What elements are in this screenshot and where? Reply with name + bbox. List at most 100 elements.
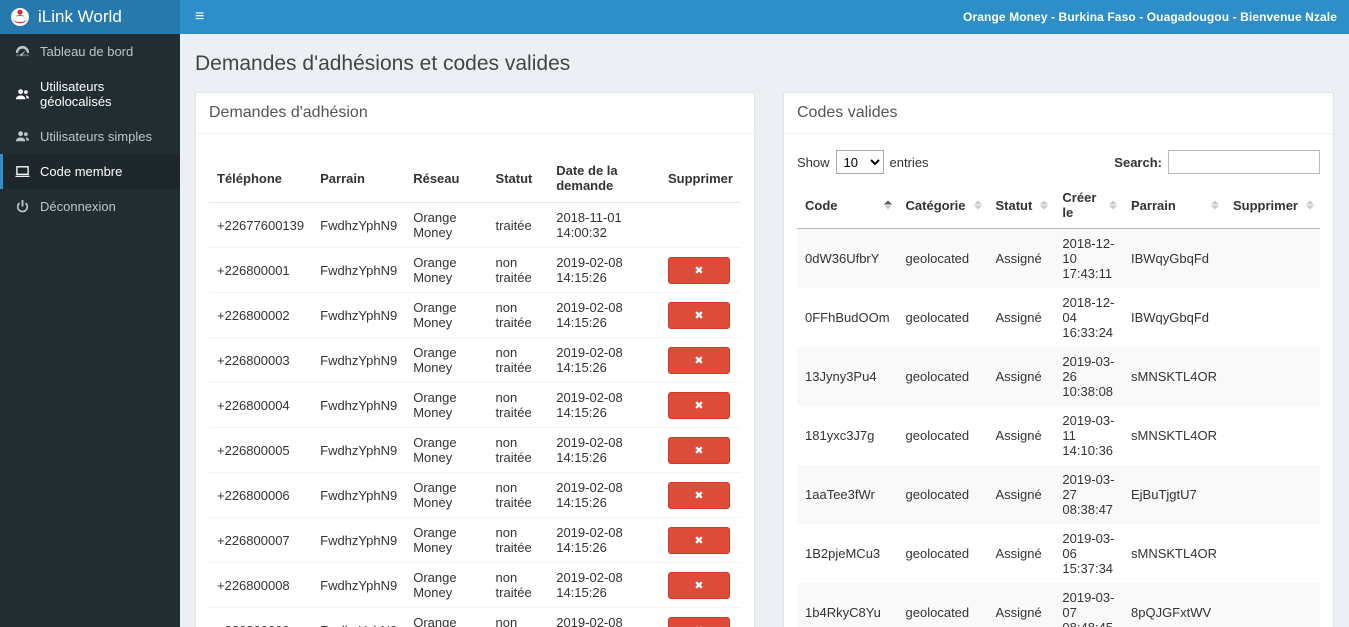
telephone-cell: +226800003 bbox=[209, 337, 313, 383]
categorie-cell: geolocated bbox=[905, 251, 970, 266]
column-label: Créer le bbox=[1062, 190, 1097, 220]
table-row: 1b4RkyC8Yu geolocated Assigné 2019-03-07 08… bbox=[797, 583, 1320, 627]
search-control: Search: bbox=[1114, 150, 1320, 174]
column-header-telephone: Téléphone bbox=[209, 154, 313, 203]
sidebar: Tableau de bord Utilisateurs géolocalisés… bbox=[0, 34, 180, 627]
delete-request-button[interactable]: ✖ bbox=[667, 436, 730, 464]
table-row: 0dW36UfbrY geolocated Assigné 2018-12-10 17… bbox=[797, 228, 1320, 288]
delete-request-button[interactable]: ✖ bbox=[667, 526, 730, 554]
column-header-creer-le[interactable]: Créer le bbox=[1054, 182, 1123, 229]
table-row: +226800003 FwdhzYphN9 Orange Money non trai… bbox=[209, 337, 741, 383]
column-header-parrain[interactable]: Parrain bbox=[1123, 182, 1225, 229]
table-row: +226800002 FwdhzYphN9 Orange Money non trai… bbox=[209, 292, 741, 338]
supprimer-cell: ✖ bbox=[659, 607, 741, 627]
date-cell: 2019-02-08 14:15:26 bbox=[548, 607, 660, 627]
reseau-cell: Orange Money bbox=[405, 292, 488, 338]
telephone-cell: +226800006 bbox=[209, 472, 313, 518]
reseau-cell: Orange Money bbox=[405, 607, 488, 627]
member-code-icon bbox=[15, 164, 30, 179]
delete-request-button[interactable]: ✖ bbox=[667, 481, 730, 509]
date-cell: 2019-02-08 14:15:26 bbox=[548, 472, 660, 518]
parrain-cell: FwdhzYphN9 bbox=[312, 292, 406, 338]
date-cell: 2019-02-08 14:15:26 bbox=[548, 427, 660, 473]
code-cell: 0FFhBudOOm bbox=[805, 310, 890, 325]
statut-cell: non traitée bbox=[487, 247, 549, 293]
parrain-cell: 8pQJGFxtWV bbox=[1131, 605, 1212, 620]
statut-cell: Assigné bbox=[995, 369, 1042, 384]
adhesions-panel-body: Téléphone Parrain Réseau Statut Date de la d… bbox=[196, 134, 754, 627]
navbar-user-info[interactable]: Orange Money - Burkina Faso - Ouagadougo… bbox=[951, 10, 1349, 24]
date-cell: 2019-02-08 14:15:26 bbox=[548, 247, 660, 293]
parrain-cell: FwdhzYphN9 bbox=[312, 337, 406, 383]
reseau-cell: Orange Money bbox=[405, 382, 488, 428]
parrain-cell: sMNSKTL4OR bbox=[1131, 546, 1217, 561]
column-header-statut: Statut bbox=[487, 154, 549, 203]
table-row: +226800006 FwdhzYphN9 Orange Money non trai… bbox=[209, 472, 741, 518]
categorie-cell: geolocated bbox=[905, 605, 970, 620]
delete-request-button[interactable]: ✖ bbox=[667, 301, 730, 329]
code-cell: 0dW36UfbrY bbox=[805, 251, 880, 266]
statut-cell: non traitée bbox=[487, 517, 549, 563]
sort-icon bbox=[1306, 200, 1314, 210]
adhesions-table: Téléphone Parrain Réseau Statut Date de la d… bbox=[209, 154, 741, 627]
column-header-date-de-la-demande: Date de la demande bbox=[548, 154, 660, 203]
reseau-cell: Orange Money bbox=[405, 247, 488, 293]
cree-le-cell: 2019-03-07 08:48:45 bbox=[1062, 590, 1115, 627]
sidebar-item-tableau-de-bord[interactable]: Tableau de bord bbox=[0, 34, 180, 69]
column-label: Statut bbox=[995, 197, 1033, 213]
panels-container: Demandes d'adhésion Téléphone Parrain Rése… bbox=[195, 92, 1334, 627]
column-header-code[interactable]: Code bbox=[797, 182, 898, 229]
table-row: +226800009FwdhzYphN9Orange Moneynon trai… bbox=[209, 607, 741, 627]
reseau-cell: Orange Money bbox=[405, 562, 488, 608]
supprimer-cell bbox=[1225, 583, 1320, 627]
statut-cell: Assigné bbox=[995, 546, 1042, 561]
categorie-cell: geolocated bbox=[905, 428, 970, 443]
sidebar-item-code-membre[interactable]: Code membre bbox=[0, 154, 180, 189]
delete-request-button[interactable]: ✖ bbox=[667, 346, 730, 374]
date-cell: 2019-02-08 14:15:26 bbox=[548, 382, 660, 428]
navbar: ≡ Orange Money - Burkina Faso - Ouagadou… bbox=[180, 0, 1349, 34]
delete-request-button[interactable]: ✖ bbox=[667, 616, 730, 627]
sidebar-item-deconnexion[interactable]: Déconnexion bbox=[0, 189, 180, 224]
dashboard-icon bbox=[15, 44, 30, 59]
delete-request-button[interactable]: ✖ bbox=[667, 571, 730, 599]
codes-header-row: Code Catégorie Statut Créer le Parrain Suppri… bbox=[797, 182, 1320, 229]
cree-le-cell: 2018-12-10 17:43:11 bbox=[1062, 236, 1115, 281]
parrain-cell: IBWqyGbqFd bbox=[1131, 310, 1210, 325]
telephone-cell: +226800005 bbox=[209, 427, 313, 473]
column-header-statut[interactable]: Statut bbox=[987, 182, 1055, 229]
column-label: Code bbox=[805, 197, 838, 213]
table-row: 1aaTee3fWr geolocated Assigné 2019-03-27 08… bbox=[797, 465, 1320, 524]
categorie-cell: geolocated bbox=[905, 310, 970, 325]
entries-label: entries bbox=[889, 154, 929, 170]
cree-le-cell: 2018-12-04 16:33:24 bbox=[1062, 295, 1115, 340]
table-row: 1B2pjeMCu3 geolocated Assigné 2019-03-06 15… bbox=[797, 524, 1320, 583]
statut-cell: traitée bbox=[487, 202, 549, 248]
column-header-categorie[interactable]: Catégorie bbox=[897, 182, 988, 229]
column-header-supprimer[interactable]: Supprimer bbox=[1224, 182, 1320, 229]
sidebar-item-label: Code membre bbox=[40, 164, 123, 179]
supprimer-cell: ✖ bbox=[659, 382, 741, 428]
cree-le-cell: 2019-03-11 14:10:36 bbox=[1062, 413, 1115, 458]
supprimer-cell bbox=[1225, 406, 1320, 465]
sidebar-toggle-button[interactable]: ≡ bbox=[180, 0, 219, 34]
app-logo[interactable]: iLink World bbox=[0, 0, 180, 34]
search-input[interactable] bbox=[1168, 150, 1320, 174]
adhesions-header-row: Téléphone Parrain Réseau Statut Date de la d… bbox=[209, 154, 741, 203]
supprimer-cell bbox=[1225, 465, 1320, 524]
page-length-control: Show 10 entries bbox=[797, 150, 929, 174]
delete-request-button[interactable]: ✖ bbox=[667, 256, 730, 284]
sort-icon bbox=[1109, 200, 1117, 210]
page-size-select[interactable]: 10 bbox=[835, 150, 884, 174]
parrain-cell: EjBuTjgtU7 bbox=[1131, 487, 1197, 502]
sidebar-item-label: Tableau de bord bbox=[40, 44, 134, 59]
adhesions-panel-title: Demandes d'adhésion bbox=[196, 93, 754, 134]
sidebar-item-utilisateurs-simples[interactable]: Utilisateurs simples bbox=[0, 119, 180, 154]
parrain-cell: FwdhzYphN9 bbox=[312, 382, 406, 428]
date-cell: 2019-02-08 14:15:26 bbox=[548, 517, 660, 563]
column-header-reseau: Réseau bbox=[405, 154, 488, 203]
delete-request-button[interactable]: ✖ bbox=[667, 391, 730, 419]
sidebar-item-utilisateurs-geolocalises[interactable]: Utilisateurs géolocalisés bbox=[0, 69, 180, 119]
table-row: 0FFhBudOOm geolocated Assigné 2018-12-04 16… bbox=[797, 288, 1320, 347]
statut-cell: non traitée bbox=[487, 562, 549, 608]
